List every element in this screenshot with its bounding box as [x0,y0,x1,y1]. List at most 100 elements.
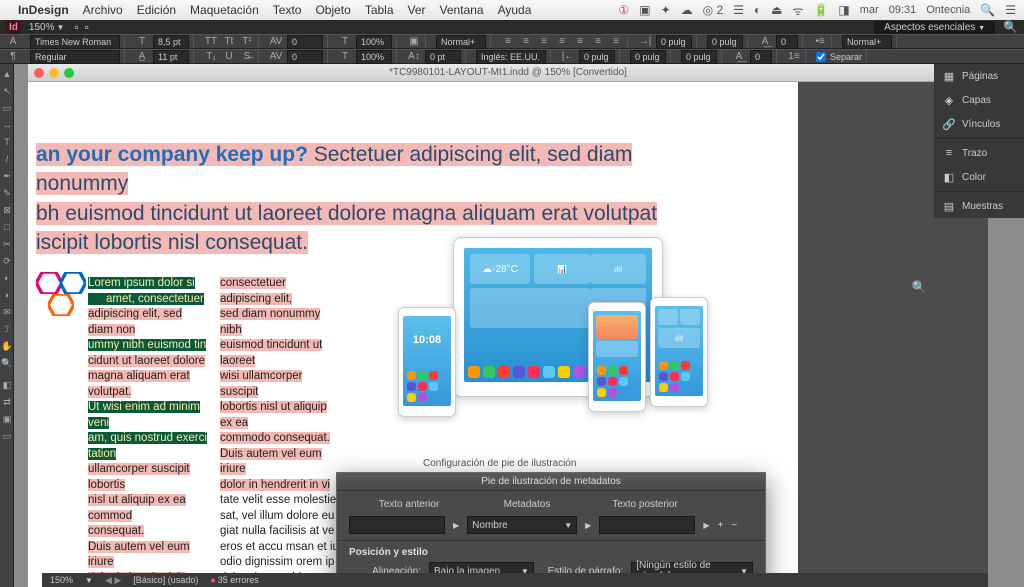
menu-text[interactable]: Texto [273,3,302,17]
vscale-field[interactable]: 100% [356,35,392,49]
text-before-input[interactable] [349,516,445,534]
underline-icon[interactable]: U [222,50,236,64]
device-illustration[interactable]: ☁ -28°C 📊 ılıl 10:08 [398,237,708,457]
align-center-icon[interactable]: ≡ [519,35,533,49]
hand-tool-icon[interactable]: ✋ [0,338,14,354]
body-column-1[interactable]: Lorem ipsum dolor si amet, consectetuer … [88,276,208,587]
align-right-icon[interactable]: ≡ [537,35,551,49]
dropcap-icon[interactable]: A͟ [758,35,772,49]
zoom-in-icon[interactable]: 🔍 [912,280,926,294]
status-icon[interactable]: ☰ [733,3,744,17]
first-indent-field[interactable]: 0 pulg [630,50,666,64]
bridge-icon[interactable]: ▫ [74,20,78,34]
zoom-tool-icon[interactable]: 🔍 [0,355,14,371]
panel-pages[interactable]: ▦Páginas [934,64,1024,88]
status-icon[interactable]: ① [618,3,629,17]
direct-select-tool-icon[interactable]: ↖ [0,83,14,99]
menu-window[interactable]: Ventana [440,3,484,17]
language-field[interactable]: Inglés: EE.UU. [476,50,546,64]
baseline-field[interactable]: 0 pt [425,50,461,64]
panel-layers[interactable]: ◈Capas [934,88,1024,112]
wifi-icon[interactable]: ᯤ [793,2,804,19]
leading-field[interactable]: 11 pt [153,50,189,64]
rect-frame-tool-icon[interactable]: ⊠ [0,202,14,218]
indent-right-field[interactable]: 0 pulg [579,50,615,64]
subscript-icon[interactable]: T₁ [204,50,218,64]
menu-layout[interactable]: Maquetación [190,3,259,17]
remove-row-icon[interactable]: − [731,520,737,531]
pencil-tool-icon[interactable]: ✎ [0,185,14,201]
zoom-dropdown-icon[interactable]: ▼ [56,23,64,32]
tt-icon[interactable]: TT [204,35,218,49]
status-errors[interactable]: ●35 errores [210,575,258,585]
status-icon[interactable]: ☁ [681,3,693,17]
screen-mode-icon[interactable]: ▭ [0,428,14,444]
selection-tool-icon[interactable]: ▲ [0,66,14,82]
status-icon[interactable]: ◎ 2 [703,3,723,17]
status-zoom[interactable]: 150% [50,575,73,585]
minimize-window-icon[interactable] [49,68,59,78]
space-after-field[interactable]: 0 pulg [681,50,717,64]
body-column-2[interactable]: consectetuer adipiscing elit, sed diam n… [220,276,340,586]
gap-tool-icon[interactable]: ↔ [0,117,14,133]
para-mode-icon[interactable]: ¶ [6,50,20,64]
zoom-level[interactable]: 150% [29,22,55,33]
clock-day[interactable]: mar [860,4,879,16]
justify-icon[interactable]: ≡ [555,35,569,49]
display-icon[interactable]: ◐ [754,3,761,17]
eject-icon[interactable]: ⏏ [771,3,782,17]
search-help-icon[interactable]: 🔍 [1003,20,1018,34]
menu-table[interactable]: Tabla [365,3,394,17]
smallcaps-icon[interactable]: Tt [222,35,236,49]
menu-help[interactable]: Ayuda [498,3,532,17]
zoom-window-icon[interactable] [64,68,74,78]
superscript-icon[interactable]: T¹ [240,35,254,49]
locale-icon[interactable]: ◨ [838,3,849,17]
stock-icon[interactable]: ▫ [85,20,89,34]
gradient-feather-icon[interactable]: ◗ [0,287,14,303]
font-size-field[interactable]: 8,5 pt [153,35,189,49]
apply-color-icon[interactable]: ▣ [0,411,14,427]
indent-left-field[interactable]: 0 pulg [656,35,692,49]
bullets-icon[interactable]: •≡ [813,35,827,49]
document-canvas[interactable]: an your company keep up? Sectetuer adipi… [28,82,988,587]
type-mode-icon[interactable]: A [6,35,20,49]
rect-tool-icon[interactable]: □ [0,219,14,235]
spotlight-icon[interactable]: 🔍 [980,3,995,17]
hscale-field[interactable]: 100% [356,50,392,64]
line-tool-icon[interactable]: / [0,151,14,167]
char-style-field[interactable]: Normal+ [436,35,486,49]
panel-swatches[interactable]: ▤Muestras [934,194,1024,218]
numbered-icon[interactable]: 1≡ [787,50,801,64]
swap-fill-icon[interactable]: ⇄ [0,394,14,410]
status-icon[interactable]: ▣ [639,3,650,17]
notifications-icon[interactable]: ☰ [1005,3,1016,17]
battery-icon[interactable]: 🔋 [813,3,828,17]
strike-icon[interactable]: S̶ [240,50,254,64]
app-name[interactable]: InDesign [18,3,69,17]
gradient-tool-icon[interactable]: ◐ [0,270,14,286]
hyphenate-checkbox[interactable] [816,52,826,62]
add-row-icon[interactable]: + [717,520,723,531]
menu-view[interactable]: Ver [408,3,426,17]
panel-stroke[interactable]: ≡Trazo [934,141,1024,165]
panel-links[interactable]: 🔗Vínculos [934,112,1024,136]
illustration-caption[interactable]: Configuración de pie de ilustración [423,458,576,469]
menu-object[interactable]: Objeto [315,3,350,17]
menu-file[interactable]: Archivo [83,3,123,17]
status-icon[interactable]: ✦ [661,3,671,17]
status-layer[interactable]: [Básico] (usado) [133,575,198,585]
para-style-field[interactable]: Normal+ [842,35,892,49]
type-tool-icon[interactable]: T [0,134,14,150]
transform-tool-icon[interactable]: ⟳ [0,253,14,269]
fill-stroke-icon[interactable]: ◧ [0,377,14,393]
justify-all-icon[interactable]: ≡ [573,35,587,49]
text-after-input[interactable] [599,516,695,534]
note-tool-icon[interactable]: ✉ [0,304,14,320]
space-before-field[interactable]: 0 pulg [707,35,743,49]
page-tool-icon[interactable]: ▭ [0,100,14,116]
panel-color[interactable]: ◧Color [934,165,1024,189]
scissors-tool-icon[interactable]: ✂ [0,236,14,252]
user-name[interactable]: Ontecnia [926,4,970,16]
metadata-select[interactable]: Nombre▼ [467,516,577,534]
